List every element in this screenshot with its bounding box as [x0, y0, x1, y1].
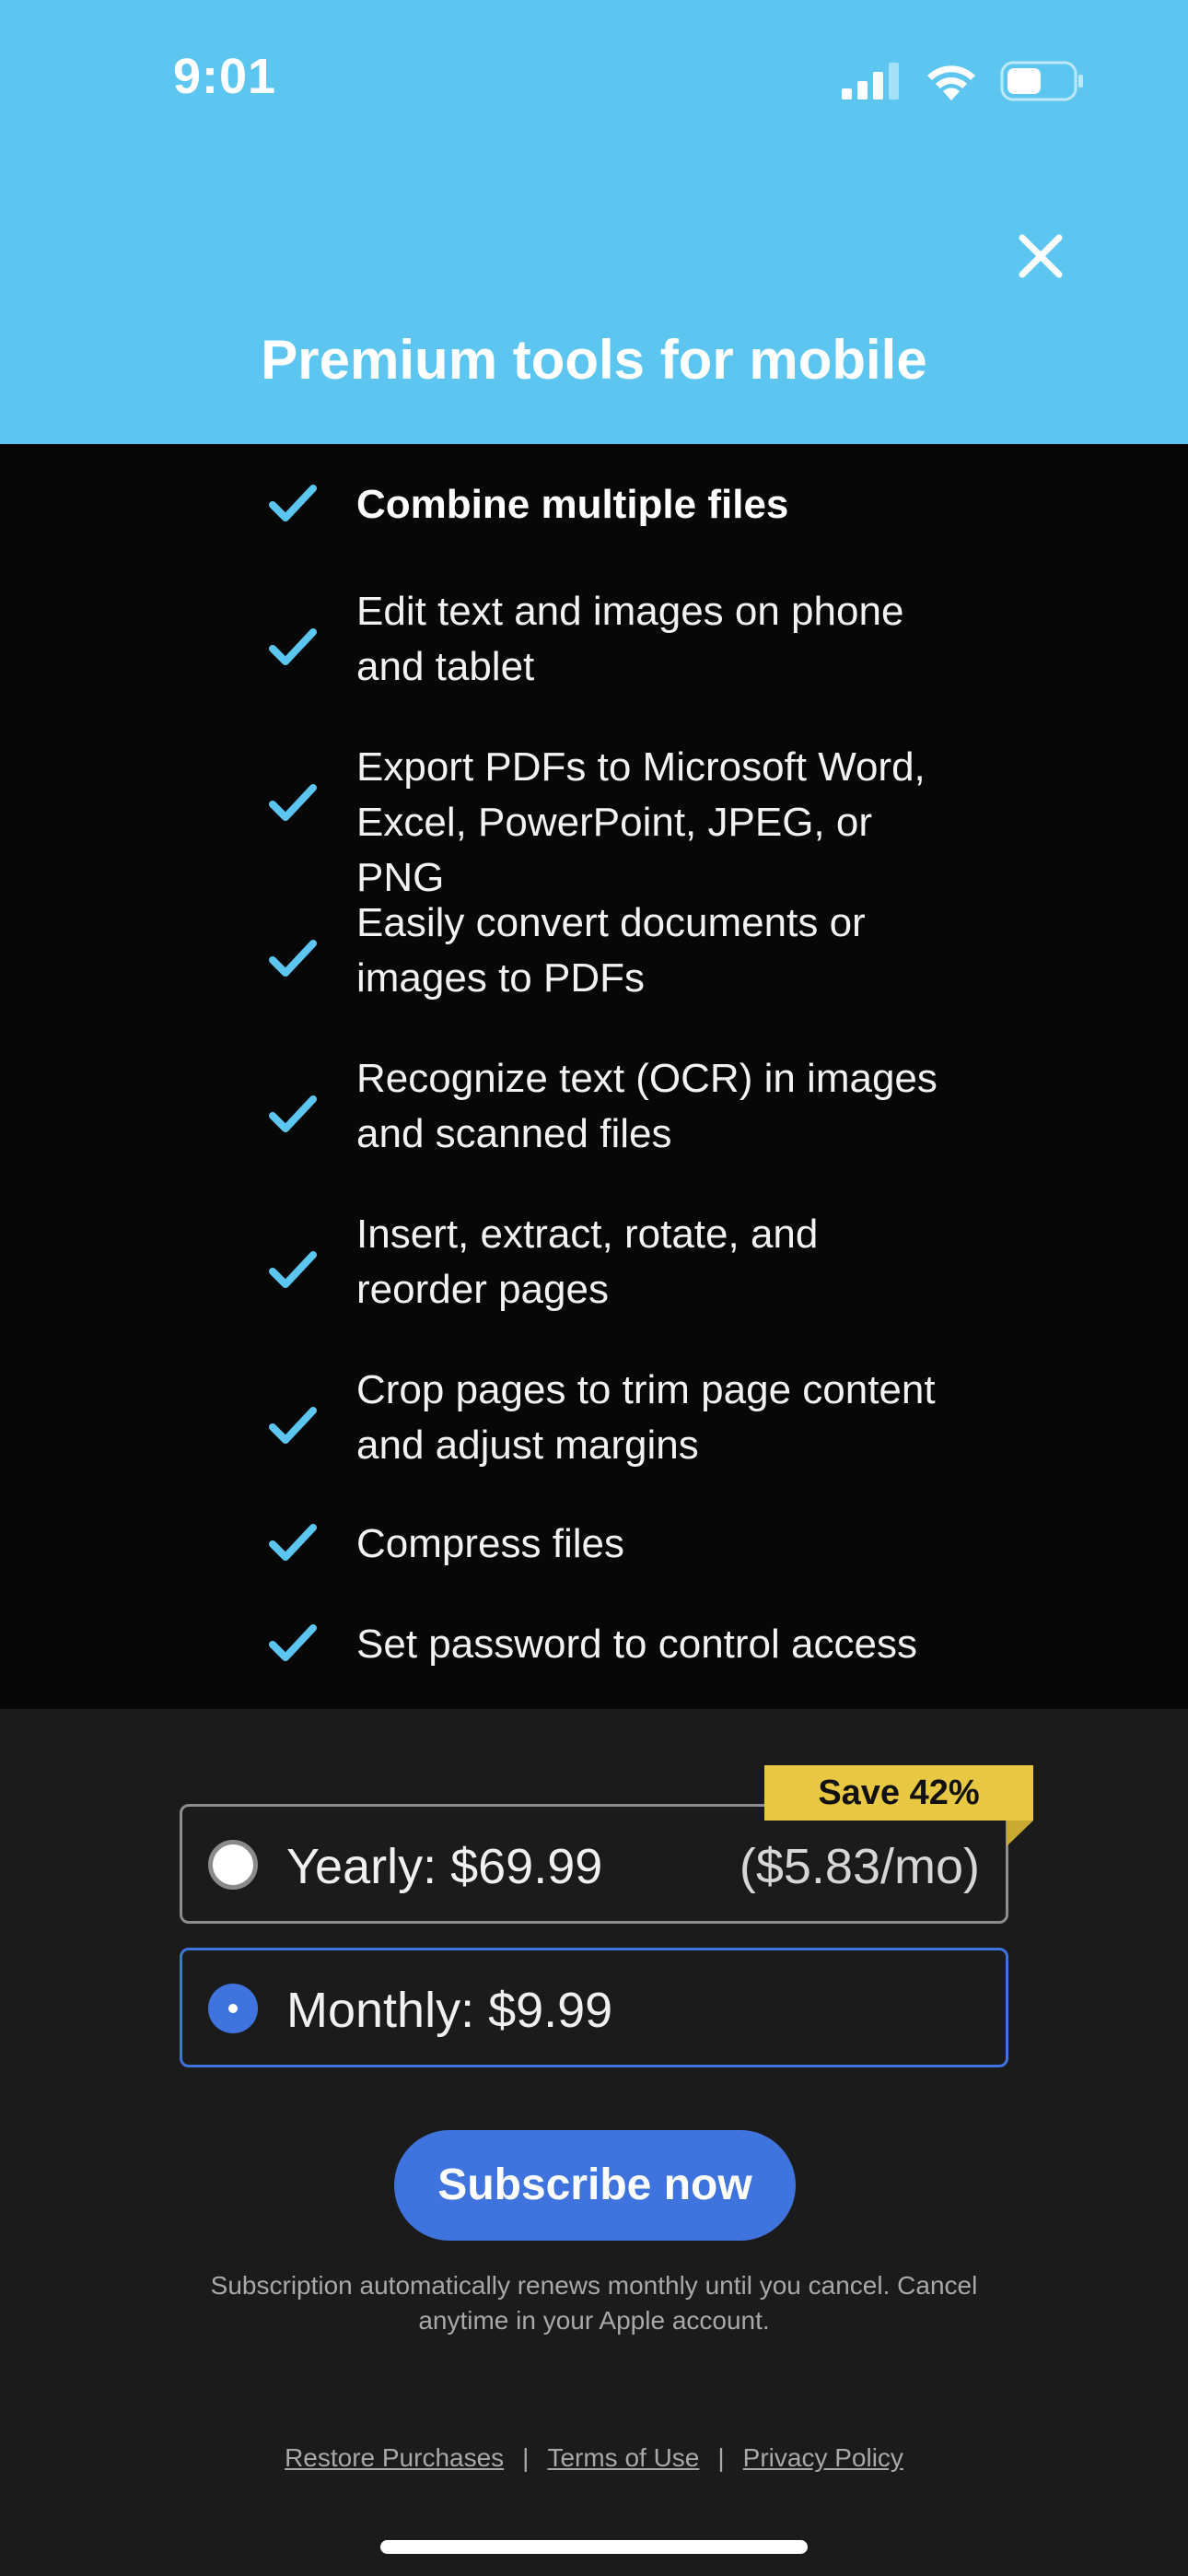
- wifi-icon: [927, 65, 975, 100]
- renewal-disclaimer: Subscription automatically renews monthl…: [210, 2271, 978, 2335]
- feature-item: Export PDFs to Microsoft Word, Excel, Po…: [0, 740, 1188, 900]
- home-indicator[interactable]: [380, 2540, 808, 2554]
- feature-text: Crop pages to trim page content and adju…: [356, 1367, 936, 1468]
- link-separator: |: [717, 2443, 725, 2472]
- feature-text: Export PDFs to Microsoft Word, Excel, Po…: [356, 744, 926, 900]
- feature-item: Edit text and images on phone and tablet: [0, 584, 1188, 695]
- terms-of-use-link[interactable]: Terms of Use: [547, 2443, 699, 2472]
- checkmark-icon: [269, 784, 317, 821]
- plan-option-monthly[interactable]: Monthly: $9.99: [180, 1948, 1008, 2067]
- checkmark-icon: [269, 1624, 317, 1661]
- feature-text: Set password to control access: [356, 1622, 917, 1667]
- status-icons: [842, 59, 1085, 103]
- close-icon: [1019, 234, 1063, 278]
- radio-button-unselected[interactable]: [208, 1840, 258, 1890]
- feature-item: Set password to control access: [0, 1610, 1188, 1720]
- privacy-policy-link[interactable]: Privacy Policy: [743, 2443, 903, 2472]
- link-separator: |: [522, 2443, 530, 2472]
- subscribe-button[interactable]: Subscribe now: [394, 2130, 796, 2241]
- checkmark-icon: [269, 1407, 317, 1444]
- checkmark-icon: [269, 1524, 317, 1561]
- feature-text: Insert, extract, rotate, and reorder pag…: [356, 1212, 819, 1312]
- cellular-signal-icon: [842, 63, 899, 100]
- checkmark-icon: [269, 1095, 317, 1132]
- status-time: 9:01: [173, 49, 277, 104]
- checkmark-icon: [269, 940, 317, 977]
- paywall-screen: 9:01 Premium tools for mobile Combine mu…: [0, 0, 1188, 2576]
- close-button[interactable]: [1013, 228, 1068, 284]
- restore-purchases-link[interactable]: Restore Purchases: [285, 2443, 504, 2472]
- feature-item: Recognize text (OCR) in images and scann…: [0, 1051, 1188, 1162]
- plan-option-yearly[interactable]: Yearly: $69.99 ($5.83/mo): [180, 1804, 1008, 1924]
- feature-item: Crop pages to trim page content and adju…: [0, 1363, 1188, 1473]
- feature-text: Combine multiple files: [356, 482, 789, 527]
- feature-item: Compress files: [0, 1509, 1188, 1620]
- radio-dot: [228, 2004, 238, 2013]
- save-badge: Save 42%: [764, 1765, 1033, 1821]
- radio-button-selected[interactable]: [208, 1984, 258, 2033]
- plan-label: Yearly: $69.99: [286, 1839, 603, 1894]
- battery-icon: [1000, 61, 1083, 101]
- feature-item: Easily convert documents or images to PD…: [0, 896, 1188, 1006]
- feature-item: Insert, extract, rotate, and reorder pag…: [0, 1207, 1188, 1317]
- feature-text: Compress files: [356, 1521, 624, 1566]
- header: 9:01 Premium tools for mobile: [0, 0, 1188, 444]
- feature-item: Combine multiple files: [0, 470, 1188, 580]
- plan-per-month-price: ($5.83/mo): [739, 1839, 980, 1894]
- feature-text: Edit text and images on phone and tablet: [356, 589, 904, 689]
- plan-label: Monthly: $9.99: [286, 1983, 613, 2038]
- footer-links: Restore Purchases | Terms of Use | Privacy P…: [0, 2443, 1188, 2473]
- feature-text: Easily convert documents or images to PD…: [356, 900, 866, 1001]
- checkmark-icon: [269, 628, 317, 665]
- feature-list: Combine multiple files Edit text and ima…: [0, 444, 1188, 1709]
- checkmark-icon: [269, 485, 317, 521]
- save-badge-fold: [1007, 1821, 1033, 1846]
- checkmark-icon: [269, 1251, 317, 1288]
- feature-text: Recognize text (OCR) in images and scann…: [356, 1056, 938, 1156]
- page-title: Premium tools for mobile: [261, 329, 927, 391]
